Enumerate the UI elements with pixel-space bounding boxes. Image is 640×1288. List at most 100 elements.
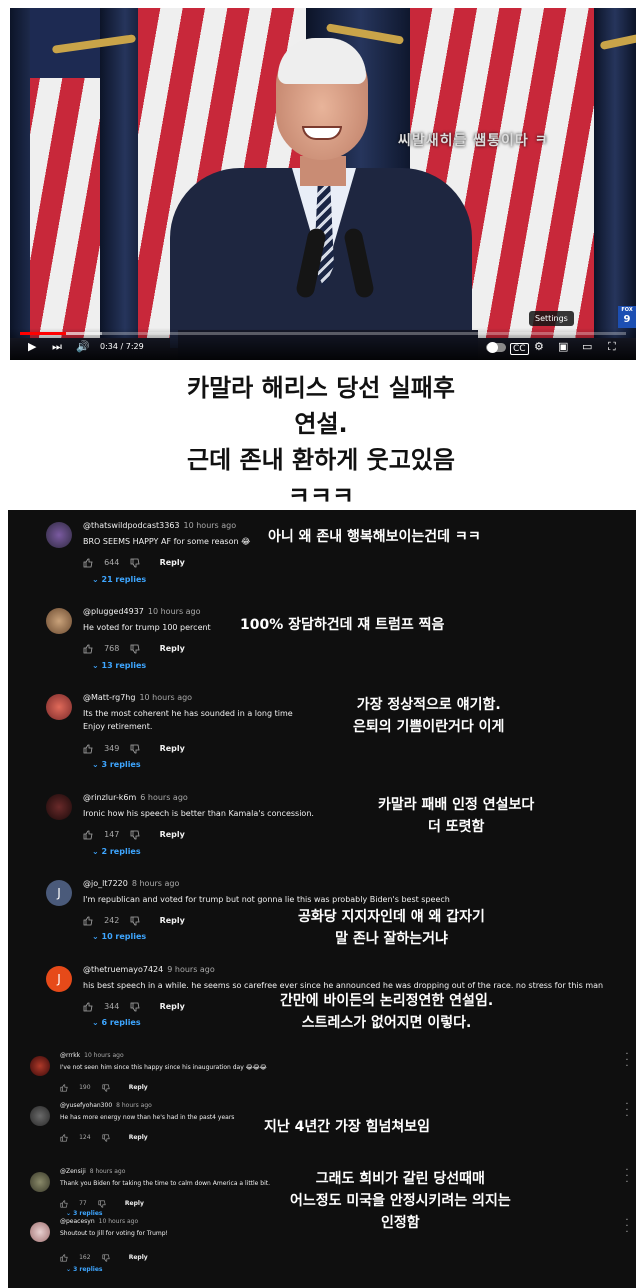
comment: J @jo_lt7220 8 hours ago I'm republican a… — [8, 872, 636, 958]
reply-button[interactable]: Reply — [125, 1200, 144, 1207]
thumbs-down-icon[interactable] — [130, 916, 140, 926]
curtain-right — [594, 8, 636, 338]
more-options-icon[interactable]: · · · — [624, 1166, 630, 1188]
thumbs-down-icon[interactable] — [102, 1133, 110, 1142]
view-replies-button[interactable]: ⌄ 6 replies — [92, 1018, 141, 1027]
comment: @plugged4937 10 hours ago He voted for tr… — [8, 600, 636, 684]
view-replies-button[interactable]: ⌄ 3 replies — [92, 760, 141, 769]
more-options-icon[interactable]: · · · — [624, 1216, 630, 1238]
comment-handle[interactable]: @rrrkk — [60, 1052, 80, 1059]
avatar[interactable] — [46, 522, 72, 548]
comment-author: @Zensiji 8 hours ago — [60, 1168, 125, 1175]
reply-button[interactable]: Reply — [129, 1084, 148, 1091]
comment-actions: 77 Reply — [60, 1193, 150, 1208]
thumbs-down-icon[interactable] — [130, 644, 140, 654]
comment-text-line: Enjoy retirement. — [83, 722, 153, 731]
next-icon[interactable]: ⏭ — [52, 340, 62, 354]
channel-logo-number: 9 — [623, 314, 631, 325]
view-replies-button[interactable]: ⌄ 21 replies — [92, 575, 146, 584]
comment-time: 6 hours ago — [140, 793, 188, 802]
comment-author: @thetruemayo7424 9 hours ago — [83, 965, 215, 974]
thumbs-down-icon[interactable] — [130, 744, 140, 754]
reply-button[interactable]: Reply — [129, 1254, 148, 1261]
comment-actions: 349 Reply — [83, 738, 191, 754]
thumbs-down-icon[interactable] — [102, 1253, 110, 1262]
reply-button[interactable]: Reply — [160, 1002, 185, 1011]
miniplayer-icon[interactable]: ▣ — [558, 340, 568, 354]
comment-handle[interactable]: @Matt-rg7hg — [83, 693, 135, 702]
comment-handle[interactable]: @jo_lt7220 — [83, 879, 128, 888]
comment-handle[interactable]: @thatswildpodcast3363 — [83, 521, 180, 530]
annotation-line: 지난 4년간 가장 힘넘쳐보임 — [264, 1119, 431, 1135]
comment-handle[interactable]: @thetruemayo7424 — [83, 965, 163, 974]
view-replies-button[interactable]: ⌄ 3 replies — [66, 1266, 102, 1273]
comment: @thatswildpodcast3363 10 hours ago BRO SE… — [8, 514, 636, 598]
thumbs-up-icon[interactable] — [83, 644, 93, 654]
comment: @yusefyohan300 8 hours ago He has more en… — [8, 1100, 636, 1160]
reply-button[interactable]: Reply — [160, 558, 185, 567]
thumbs-down-icon[interactable] — [130, 1002, 140, 1012]
avatar[interactable] — [30, 1056, 50, 1076]
comment-author: @yusefyohan300 8 hours ago — [60, 1102, 152, 1109]
reply-button[interactable]: Reply — [129, 1134, 148, 1141]
thumbs-up-icon[interactable] — [83, 916, 93, 926]
more-options-icon[interactable]: · · · — [624, 1100, 630, 1122]
reply-button[interactable]: Reply — [160, 744, 185, 753]
theater-icon[interactable]: ▭ — [582, 340, 592, 354]
avatar[interactable] — [30, 1172, 50, 1192]
comment-actions: 190 Reply — [60, 1077, 154, 1092]
comment-time: 10 hours ago — [139, 693, 193, 702]
more-options-icon[interactable]: · · · — [624, 1050, 630, 1072]
comment-handle[interactable]: @peacesyn — [60, 1218, 95, 1225]
avatar[interactable] — [30, 1222, 50, 1242]
thumbs-down-icon[interactable] — [98, 1199, 106, 1208]
comment-author: @rrrkk 10 hours ago — [60, 1052, 124, 1059]
like-count: 344 — [104, 1002, 120, 1011]
autoplay-toggle[interactable] — [486, 342, 506, 353]
view-replies-button[interactable]: ⌄ 13 replies — [92, 661, 146, 670]
chevron-down-icon: ⌄ — [92, 575, 102, 584]
replies-count: 6 replies — [101, 1018, 141, 1027]
reply-button[interactable]: Reply — [160, 644, 185, 653]
avatar[interactable]: J — [46, 966, 72, 992]
thumbs-up-icon[interactable] — [83, 1002, 93, 1012]
replies-count: 3 replies — [73, 1266, 103, 1273]
fullscreen-icon[interactable]: ⛶ — [608, 340, 616, 354]
avatar[interactable] — [46, 608, 72, 634]
thumbs-up-icon[interactable] — [83, 744, 93, 754]
video-player[interactable]: 씨발새히들 쌤통이다 ㅋ Settings FOX 9 ▶ ⏭ 🔊 0:34 /… — [10, 8, 636, 360]
avatar[interactable] — [46, 794, 72, 820]
thumbs-up-icon[interactable] — [60, 1133, 68, 1142]
annotation-line: 말 존나 잘하는거냐 — [335, 931, 448, 947]
comment-handle[interactable]: @yusefyohan300 — [60, 1102, 112, 1109]
annotation-line: 100% 장담하건데 쟤 트럼프 찍음 — [240, 617, 445, 633]
thumbs-down-icon[interactable] — [102, 1083, 110, 1092]
view-replies-button[interactable]: ⌄ 10 replies — [92, 932, 146, 941]
comment: @rinzlur-k6m 6 hours ago Ironic how his s… — [8, 786, 636, 870]
thumbs-up-icon[interactable] — [83, 558, 93, 568]
thumbs-up-icon[interactable] — [60, 1199, 68, 1208]
reply-button[interactable]: Reply — [160, 830, 185, 839]
play-icon[interactable]: ▶ — [28, 340, 36, 354]
volume-icon[interactable]: 🔊 — [76, 340, 90, 354]
reply-button[interactable]: Reply — [160, 916, 185, 925]
comment-section: @thatswildpodcast3363 10 hours ago BRO SE… — [8, 510, 636, 1288]
like-count: 242 — [104, 916, 120, 925]
progress-bar[interactable] — [20, 332, 626, 335]
comment-author: @plugged4937 10 hours ago — [83, 607, 201, 616]
comment-handle[interactable]: @Zensiji — [60, 1168, 86, 1175]
thumbs-up-icon[interactable] — [60, 1253, 68, 1262]
view-replies-button[interactable]: ⌄ 2 replies — [92, 847, 141, 856]
annotation-line: 공화당 지지자인데 얘 왜 갑자기 — [298, 909, 485, 925]
comment-handle[interactable]: @rinzlur-k6m — [83, 793, 136, 802]
thumbs-down-icon[interactable] — [130, 830, 140, 840]
thumbs-up-icon[interactable] — [83, 830, 93, 840]
avatar[interactable]: J — [46, 880, 72, 906]
thumbs-up-icon[interactable] — [60, 1083, 68, 1092]
captions-icon[interactable]: CC — [510, 343, 529, 355]
gear-icon[interactable]: ⚙ — [534, 340, 544, 354]
avatar[interactable] — [30, 1106, 50, 1126]
comment-handle[interactable]: @plugged4937 — [83, 607, 144, 616]
avatar[interactable] — [46, 694, 72, 720]
thumbs-down-icon[interactable] — [130, 558, 140, 568]
